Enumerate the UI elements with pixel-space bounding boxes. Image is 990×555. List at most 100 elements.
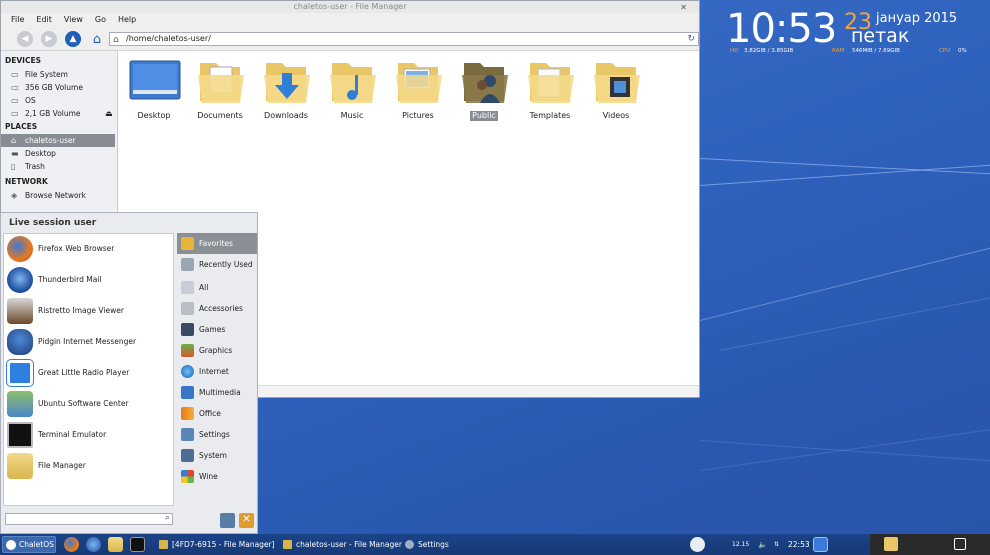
taskbar-clock[interactable]: 22:53 xyxy=(788,534,810,555)
sidebar-item-browse-network[interactable]: ◈ Browse Network xyxy=(1,189,117,202)
folder-desktop[interactable]: Desktop xyxy=(123,57,185,121)
folder-videos[interactable]: Videos xyxy=(585,57,647,121)
window-titlebar[interactable]: chaletos-user - File Manager ✕ xyxy=(1,1,699,13)
start-button[interactable]: ChaletOS xyxy=(2,536,56,553)
radio-icon xyxy=(7,360,33,386)
app-radio-player[interactable]: Great Little Radio Player xyxy=(4,358,173,389)
category-all[interactable]: All xyxy=(177,277,257,298)
all-icon xyxy=(181,281,194,294)
task-chaletos-user-file-manager[interactable]: chaletos-user - File Manager xyxy=(282,536,402,553)
menu-help[interactable]: Help xyxy=(112,13,142,27)
menu-search-input[interactable]: ⌕ xyxy=(5,513,173,525)
volume-icon[interactable]: 🔈 xyxy=(758,534,767,555)
sidebar-item-label: chaletos-user xyxy=(25,136,76,145)
folder-templates[interactable]: Templates xyxy=(519,57,581,121)
trash-icon: ▯ xyxy=(11,162,16,171)
category-label: Office xyxy=(199,409,221,418)
category-accessories[interactable]: Accessories xyxy=(177,298,257,319)
category-recently-used[interactable]: Recently Used xyxy=(177,254,257,275)
chat-icon[interactable] xyxy=(954,538,966,550)
drive-icon: ▭ xyxy=(11,96,19,105)
home-icon[interactable]: ⌂ xyxy=(89,31,105,47)
sidebar-item-trash[interactable]: ▯ Trash xyxy=(1,160,117,173)
sidebar-item-desktop[interactable]: ▬ Desktop xyxy=(1,147,117,160)
app-label: Ristretto Image Viewer xyxy=(38,306,124,315)
drive-icon: ▭ xyxy=(11,83,19,92)
app-label: Firefox Web Browser xyxy=(38,244,115,253)
menu-file[interactable]: File xyxy=(5,13,30,27)
sidebar-item-label: 2,1 GB Volume xyxy=(25,109,81,118)
location-bar[interactable]: ⌂ /home/chaletos-user/ ↻ xyxy=(109,32,699,46)
image-viewer-icon xyxy=(7,298,33,324)
sidebar-item-label: Desktop xyxy=(25,149,56,158)
category-wine[interactable]: Wine xyxy=(177,466,257,487)
folder-label: Documents xyxy=(197,111,243,120)
sidebar-item-2-1gb-volume[interactable]: ▭ 2,1 GB Volume ⏏ xyxy=(1,107,117,120)
sidebar-item-os[interactable]: ▭ OS xyxy=(1,94,117,107)
location-path: /home/chaletos-user/ xyxy=(126,34,211,43)
lock-screen-button[interactable] xyxy=(220,513,235,528)
folder-label: Pictures xyxy=(402,111,434,120)
network-tray-icon[interactable]: ⇅ xyxy=(774,534,779,555)
firefox-launcher-icon[interactable] xyxy=(64,537,79,552)
terminal-launcher-icon[interactable] xyxy=(130,537,145,552)
folder-documents[interactable]: Documents xyxy=(189,57,251,121)
folder-pictures[interactable]: Pictures xyxy=(387,57,449,121)
category-system[interactable]: System xyxy=(177,445,257,466)
sidebar-item-356gb-volume[interactable]: ▭ 356 GB Volume xyxy=(1,81,117,94)
sidebar-item-chaletos-user[interactable]: ⌂ chaletos-user xyxy=(1,134,115,147)
places-header: PLACES xyxy=(5,122,38,131)
category-internet[interactable]: Internet xyxy=(177,361,257,382)
category-favorites[interactable]: Favorites xyxy=(177,233,257,254)
workspace-switcher-icon[interactable] xyxy=(813,537,828,552)
show-desktop-area[interactable] xyxy=(870,534,990,555)
folder-label: Downloads xyxy=(264,111,308,120)
task-settings[interactable]: Settings xyxy=(404,536,449,553)
up-arrow-icon[interactable]: ▲ xyxy=(65,31,81,47)
internet-icon xyxy=(181,365,194,378)
thunderbird-launcher-icon[interactable] xyxy=(86,537,101,552)
forward-arrow-icon[interactable]: ▶ xyxy=(41,31,57,47)
eject-icon[interactable]: ⏏ xyxy=(105,107,113,120)
app-firefox[interactable]: Firefox Web Browser xyxy=(4,234,173,265)
close-icon[interactable]: ✕ xyxy=(680,2,687,13)
category-settings[interactable]: Settings xyxy=(177,424,257,445)
file-manager-launcher-icon[interactable] xyxy=(108,537,123,552)
app-pidgin[interactable]: Pidgin Internet Messenger xyxy=(4,327,173,358)
window-title: chaletos-user - File Manager xyxy=(293,2,407,11)
task-4fd7-file-manager[interactable]: [4FD7-6915 - File Manager] xyxy=(158,536,275,553)
folder-public[interactable]: Public xyxy=(453,57,515,121)
folder-tray-icon[interactable] xyxy=(884,537,898,551)
desktop-folder-icon xyxy=(129,60,181,100)
chaletos-logo-icon xyxy=(6,540,16,550)
category-label: Recently Used xyxy=(199,260,253,269)
menu-user-header: Live session user xyxy=(9,218,97,228)
category-multimedia[interactable]: Multimedia xyxy=(177,382,257,403)
category-games[interactable]: Games xyxy=(177,319,257,340)
reload-icon[interactable]: ↻ xyxy=(687,33,695,45)
app-file-manager[interactable]: File Manager xyxy=(4,451,173,482)
sidebar-item-file-system[interactable]: ▭ File System xyxy=(1,68,117,81)
app-terminal[interactable]: Terminal Emulator xyxy=(4,420,173,451)
menu-view[interactable]: View xyxy=(58,13,89,27)
downloads-folder-icon xyxy=(264,63,310,103)
back-arrow-icon[interactable]: ◀ xyxy=(17,31,33,47)
category-graphics[interactable]: Graphics xyxy=(177,340,257,361)
quit-button[interactable]: ✕ xyxy=(239,513,254,528)
folder-label: Desktop xyxy=(137,111,171,120)
folder-downloads[interactable]: Downloads xyxy=(255,57,317,121)
app-software-center[interactable]: Ubuntu Software Center xyxy=(4,389,173,420)
menu-edit[interactable]: Edit xyxy=(30,13,58,27)
folder-music[interactable]: Music xyxy=(321,57,383,121)
terminal-icon xyxy=(7,422,33,448)
videos-folder-icon xyxy=(594,63,640,103)
menu-go[interactable]: Go xyxy=(89,13,112,27)
cpu-label: CPU xyxy=(939,48,951,54)
category-office[interactable]: Office xyxy=(177,403,257,424)
app-thunderbird[interactable]: Thunderbird Mail xyxy=(4,265,173,296)
clock-month: јануар 2015 xyxy=(876,11,958,26)
thunderbird-icon xyxy=(7,267,33,293)
app-ristretto[interactable]: Ristretto Image Viewer xyxy=(4,296,173,327)
folder-label: Videos xyxy=(602,111,630,120)
weather-icon[interactable] xyxy=(690,537,705,552)
